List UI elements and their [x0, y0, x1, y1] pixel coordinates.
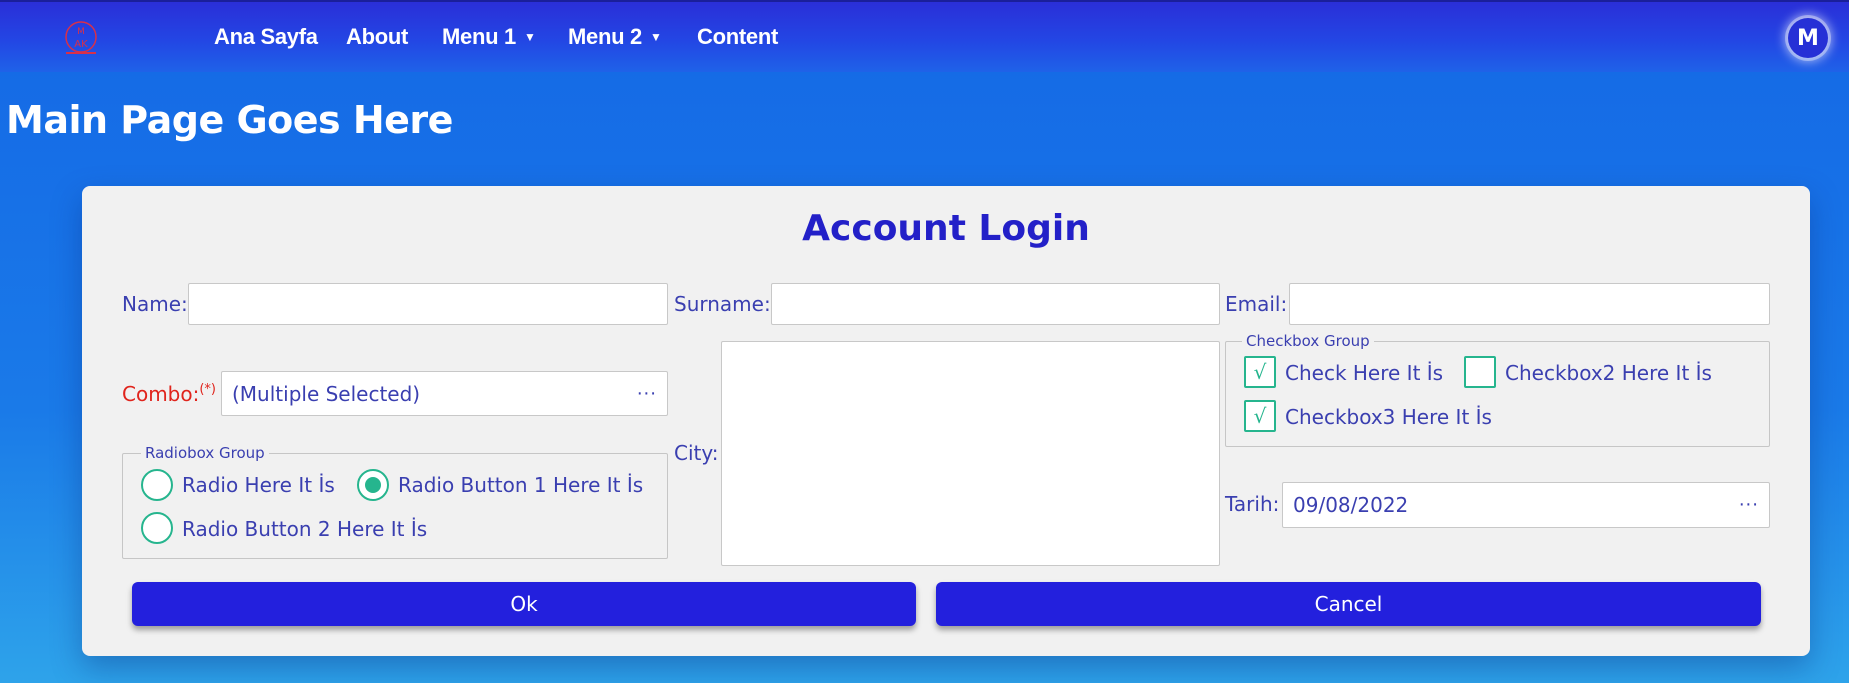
nav-item-ana-sayfa[interactable]: Ana Sayfa	[214, 24, 318, 52]
cancel-button[interactable]: Cancel	[936, 582, 1761, 626]
date-value: 09/08/2022	[1293, 493, 1409, 517]
radio-option-2[interactable]	[357, 469, 389, 501]
login-card: Account Login Name: Surname: Email: Comb…	[82, 186, 1810, 656]
nav-item-menu-1[interactable]: Menu 1 ▼	[442, 24, 536, 52]
form-title: Account Login	[802, 208, 1090, 249]
name-label: Name:	[122, 292, 188, 316]
check-icon: √	[1253, 404, 1267, 428]
city-textarea[interactable]	[721, 341, 1220, 566]
nav-item-label: Ana Sayfa	[214, 24, 318, 49]
nav-item-label: About	[346, 24, 409, 49]
page-title: Main Page Goes Here	[6, 98, 453, 142]
nav-item-label: Menu 2	[568, 24, 642, 49]
checkbox-label: Checkbox2 Here It İs	[1505, 361, 1712, 385]
caret-down-icon: ▼	[524, 30, 536, 44]
more-icon[interactable]: ···	[637, 383, 657, 404]
svg-text:AK: AK	[74, 39, 88, 50]
radio-option-label: Radio Here It İs	[182, 473, 335, 497]
checkbox-group-legend: Checkbox Group	[1242, 332, 1374, 350]
radio-group: Radiobox Group Radio Here It İs Radio Bu…	[122, 444, 668, 559]
nav-item-menu-2[interactable]: Menu 2 ▼	[568, 24, 662, 52]
required-marker: (*)	[199, 382, 217, 397]
city-label: City:	[674, 441, 719, 465]
surname-label: Surname:	[674, 292, 771, 316]
checkbox-group: Checkbox Group √ Check Here It İs Checkb…	[1225, 332, 1770, 447]
logo-icon: M AK	[65, 21, 97, 54]
more-icon[interactable]: ···	[1739, 495, 1759, 516]
email-label: Email:	[1225, 292, 1288, 316]
surname-input[interactable]	[771, 283, 1220, 325]
checkbox-label: Check Here It İs	[1285, 361, 1444, 385]
user-avatar[interactable]: M	[1788, 18, 1828, 58]
check-icon: √	[1253, 360, 1267, 384]
radio-option-1[interactable]	[141, 469, 173, 501]
combo-label: Combo:(*)	[122, 382, 216, 406]
radio-option-label: Radio Button 1 Here It İs	[398, 473, 644, 497]
top-navbar: M AK Ana Sayfa About Menu 1 ▼ Menu 2 ▼ Con…	[0, 0, 1849, 72]
radio-group-legend: Radiobox Group	[141, 444, 269, 462]
name-input[interactable]	[188, 283, 668, 325]
checkbox-label: Checkbox3 Here It İs	[1285, 405, 1492, 429]
ok-button[interactable]: Ok	[132, 582, 916, 626]
checkbox-3[interactable]: √	[1244, 400, 1276, 432]
caret-down-icon: ▼	[650, 30, 662, 44]
checkbox-1[interactable]: √	[1244, 356, 1276, 388]
nav-item-label: Menu 1	[442, 24, 516, 49]
nav-item-about[interactable]: About	[346, 24, 408, 52]
combo-label-text: Combo:	[122, 382, 200, 406]
nav-item-content[interactable]: Content	[697, 24, 778, 52]
combo-select[interactable]: (Multiple Selected) ···	[221, 371, 668, 416]
combo-value: (Multiple Selected)	[232, 381, 421, 406]
radio-option-label: Radio Button 2 Here It İs	[182, 517, 428, 541]
date-picker[interactable]: 09/08/2022 ···	[1282, 482, 1770, 528]
email-input[interactable]	[1289, 283, 1770, 325]
checkbox-2[interactable]	[1464, 356, 1496, 388]
nav-item-label: Content	[697, 24, 778, 49]
date-label: Tarih:	[1225, 492, 1280, 516]
logo[interactable]: M AK	[64, 20, 98, 56]
radio-option-3[interactable]	[141, 512, 173, 544]
svg-text:M: M	[77, 27, 85, 37]
